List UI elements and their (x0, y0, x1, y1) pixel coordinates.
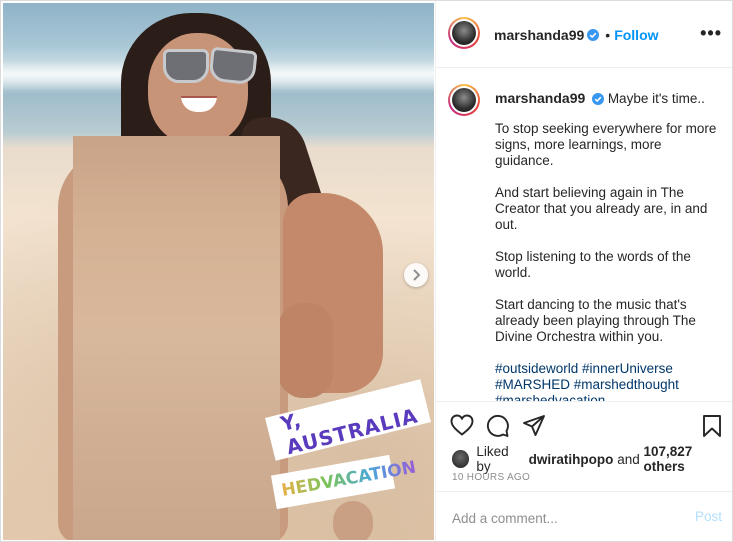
liker-avatar[interactable] (452, 450, 470, 468)
caption-line: Stop listening to the words of the world… (495, 249, 691, 280)
likes-summary: Liked by dwiratihpopo and 107,827 others (452, 444, 732, 474)
censor-blur (73, 136, 280, 540)
caption-line: Maybe it's time.. (607, 91, 705, 106)
heart-icon[interactable] (450, 414, 474, 436)
likes-count[interactable]: 107,827 others (643, 444, 732, 474)
post-panel: marshanda99 • Follow ••• marshanda99 May… (435, 1, 732, 541)
bookmark-icon[interactable] (702, 414, 722, 438)
verified-badge-icon (592, 93, 605, 105)
comment-bar: Post (436, 491, 732, 541)
action-bar: Liked by dwiratihpopo and 107,827 others… (436, 401, 732, 490)
caption-author-avatar[interactable] (448, 84, 480, 116)
post-dialog: Y, AUSTRALIA HEDVACATION marshanda99 • F… (0, 0, 733, 542)
comment-input[interactable] (450, 506, 674, 530)
post-comment-button[interactable]: Post (695, 509, 722, 524)
chevron-right-icon (413, 269, 421, 281)
caption-area: marshanda99 Maybe it's time.. To stop se… (436, 68, 732, 401)
post-photo[interactable]: Y, AUSTRALIA HEDVACATION (3, 3, 434, 540)
next-photo-button[interactable] (404, 263, 428, 287)
caption-line: To stop seeking everywhere for more sign… (495, 121, 717, 168)
post-header: marshanda99 • Follow ••• (436, 1, 732, 68)
foot (333, 501, 373, 540)
post-caption: marshanda99 Maybe it's time.. To stop se… (495, 90, 723, 401)
caption-line: Start dancing to the music that's alread… (495, 297, 696, 344)
caption-line: And start believing again in The Creator… (495, 185, 708, 232)
author-username[interactable]: marshanda99 (494, 27, 584, 43)
likes-joiner: and (617, 451, 640, 467)
author-avatar[interactable] (448, 17, 480, 49)
more-options-icon[interactable]: ••• (700, 23, 722, 44)
caption-username[interactable]: marshanda99 (495, 90, 585, 106)
caption-hashtags[interactable]: #outsideworld #innerUniverse #MARSHED #m… (495, 361, 723, 401)
post-timestamp[interactable]: 10 HOURS AGO (452, 472, 530, 483)
comment-icon[interactable] (486, 414, 510, 438)
liker-username[interactable]: dwiratihpopo (529, 452, 614, 467)
separator-dot: • (605, 27, 611, 43)
share-icon[interactable] (522, 414, 546, 438)
likes-prefix: Liked by (476, 444, 509, 474)
sunglasses-left-lens (163, 49, 209, 83)
follow-button[interactable]: Follow (614, 27, 658, 43)
hand (278, 303, 333, 398)
verified-badge-icon (587, 29, 600, 41)
